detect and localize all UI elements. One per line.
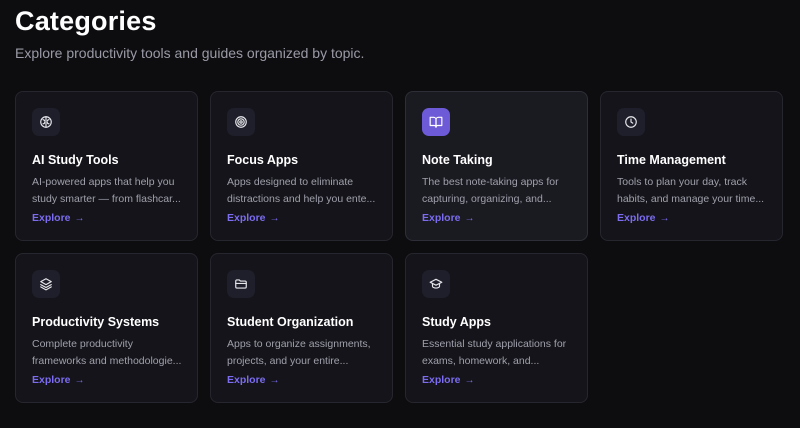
page-title: Categories xyxy=(15,6,157,36)
target-icon xyxy=(227,108,255,136)
arrow-right-icon: → xyxy=(269,212,280,224)
categories-page: Categories Explore productivity tools an… xyxy=(0,0,800,428)
folder-icon xyxy=(227,270,255,298)
graduation-cap-icon xyxy=(422,270,450,298)
explore-label: Explore xyxy=(422,374,461,386)
explore-link[interactable]: Explore → xyxy=(32,212,85,224)
card-description: Essential study applications for exams, … xyxy=(422,338,567,367)
explore-label: Explore xyxy=(422,212,461,224)
card-description: The best note-taking apps for capturing,… xyxy=(422,176,559,205)
arrow-right-icon: → xyxy=(74,374,85,386)
category-card-focus-apps[interactable]: Focus Apps Apps designed to eliminate di… xyxy=(210,91,393,241)
card-title: AI Study Tools xyxy=(32,153,119,167)
arrow-right-icon: → xyxy=(659,212,670,224)
category-card-student-organization[interactable]: Student Organization Apps to organize as… xyxy=(210,253,393,403)
layers-icon xyxy=(32,270,60,298)
category-card-ai-study-tools[interactable]: AI Study Tools AI-powered apps that help… xyxy=(15,91,198,241)
card-description: Apps to organize assignments, projects, … xyxy=(227,338,371,367)
card-description: AI-powered apps that help you study smar… xyxy=(32,176,181,205)
card-title: Student Organization xyxy=(227,315,354,329)
explore-label: Explore xyxy=(227,212,266,224)
card-title: Productivity Systems xyxy=(32,315,160,329)
explore-label: Explore xyxy=(32,212,71,224)
explore-label: Explore xyxy=(617,212,656,224)
explore-link[interactable]: Explore → xyxy=(617,212,670,224)
explore-link[interactable]: Explore → xyxy=(227,374,280,386)
explore-label: Explore xyxy=(32,374,71,386)
book-open-icon xyxy=(422,108,450,136)
card-description: Complete productivity frameworks and met… xyxy=(32,338,182,367)
card-title: Focus Apps xyxy=(227,153,299,167)
arrow-right-icon: → xyxy=(269,374,280,386)
explore-link[interactable]: Explore → xyxy=(32,374,85,386)
card-title: Time Management xyxy=(617,153,726,167)
clock-icon xyxy=(617,108,645,136)
explore-link[interactable]: Explore → xyxy=(227,212,280,224)
category-grid: AI Study Tools AI-powered apps that help… xyxy=(15,91,783,403)
category-card-time-management[interactable]: Time Management Tools to plan your day, … xyxy=(600,91,783,241)
page-subtitle: Explore productivity tools and guides or… xyxy=(15,45,365,61)
card-description: Tools to plan your day, track habits, an… xyxy=(617,176,765,205)
explore-label: Explore xyxy=(227,374,266,386)
category-card-note-taking[interactable]: Note Taking The best note-taking apps fo… xyxy=(405,91,588,241)
category-card-productivity-systems[interactable]: Productivity Systems Complete productivi… xyxy=(15,253,198,403)
arrow-right-icon: → xyxy=(464,374,475,386)
card-title: Note Taking xyxy=(422,153,493,167)
card-title: Study Apps xyxy=(422,315,491,329)
category-card-study-apps[interactable]: Study Apps Essential study applications … xyxy=(405,253,588,403)
card-description: Apps designed to eliminate distractions … xyxy=(227,176,376,205)
arrow-right-icon: → xyxy=(74,212,85,224)
brain-icon xyxy=(32,108,60,136)
explore-link[interactable]: Explore → xyxy=(422,374,475,386)
explore-link[interactable]: Explore → xyxy=(422,212,475,224)
arrow-right-icon: → xyxy=(464,212,475,224)
